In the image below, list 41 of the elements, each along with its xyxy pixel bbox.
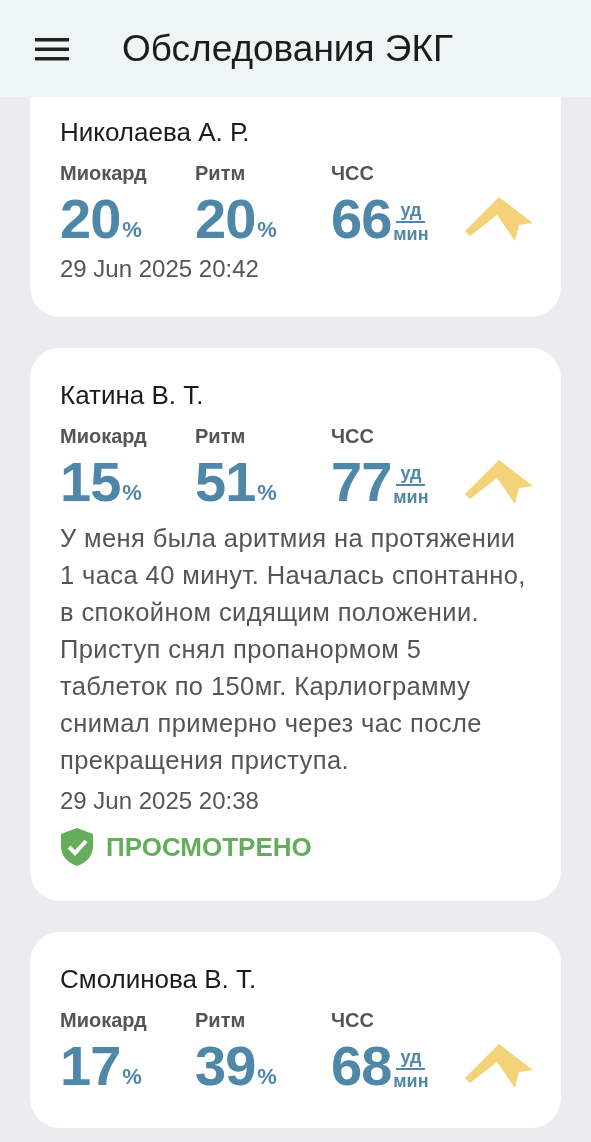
metric-value: 39 — [195, 1038, 256, 1094]
unit-denominator: мин — [393, 486, 429, 508]
percent-unit: % — [122, 1064, 142, 1090]
record-date: 29 Jun 2025 20:42 — [60, 255, 260, 283]
metric-label: ЧСС — [331, 425, 375, 448]
page-title: Обследования ЭКГ — [122, 27, 453, 70]
metric-value: 20 — [195, 191, 256, 247]
metric-value: 15 — [60, 454, 121, 510]
unit-denominator: мин — [393, 223, 429, 245]
metric-label: Ритм — [195, 425, 247, 448]
percent-unit: % — [122, 217, 142, 243]
unit-numerator: уд — [396, 200, 426, 223]
metric-value: 17 — [60, 1038, 121, 1094]
percent-unit: % — [257, 1064, 277, 1090]
metric-label: Миокард — [60, 162, 148, 185]
heart-rate-value: 68 — [331, 1038, 392, 1094]
patient-comment: У меня была аритмия на протяжении 1 часа 40 минут. Началась спонтанно, в спокойном сидящим положении. Приступ снял пропанормом 5 таблеток по 150мг. Карлиограмму снимал примерно через час после прекращения приступа. — [60, 523, 527, 776]
percent-unit: % — [122, 480, 142, 506]
metric-label: Миокард — [60, 425, 148, 448]
percent-unit: % — [257, 480, 277, 506]
heart-rate-value: 77 — [331, 454, 392, 510]
record-date: 29 Jun 2025 20:38 — [60, 787, 260, 815]
record-card[interactable] — [30, 348, 561, 901]
metric-label: ЧСС — [331, 162, 375, 185]
patient-name: Николаева А. Р. — [60, 117, 251, 148]
patient-name: Смолинова В. Т. — [60, 964, 258, 995]
shield-check-icon — [60, 827, 94, 867]
metric-label: Миокард — [60, 1009, 148, 1032]
metric-label: Ритм — [195, 1009, 247, 1032]
unit-numerator: уд — [396, 463, 426, 486]
review-status: ПРОСМОТРЕНО — [106, 831, 312, 863]
patient-name: Катина В. Т. — [60, 380, 205, 411]
unit-denominator: мин — [393, 1070, 429, 1092]
unit-numerator: уд — [396, 1047, 426, 1070]
metric-value: 20 — [60, 191, 121, 247]
percent-unit: % — [257, 217, 277, 243]
menu-icon — [35, 36, 69, 61]
metric-label: ЧСС — [331, 1009, 375, 1032]
metric-label: Ритм — [195, 162, 247, 185]
heart-rate-value: 66 — [331, 191, 392, 247]
metric-value: 51 — [195, 454, 256, 510]
